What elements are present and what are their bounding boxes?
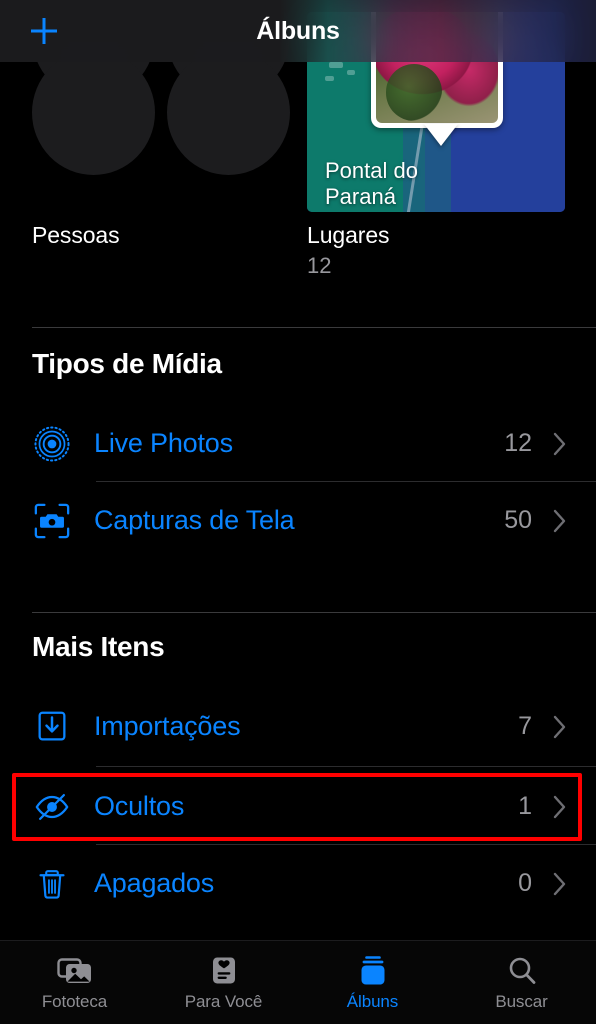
section-heading-media-types: Tipos de Mídia [32,348,222,379]
map-location-label: Pontal do Paraná [325,158,418,209]
chevron-right-icon [552,508,568,534]
map-speck [329,62,343,68]
list-item-ocultos[interactable]: Ocultos 1 [0,768,596,845]
list-item-count: 7 [518,712,532,740]
section-heading-more-items: Mais Itens [32,631,165,662]
tab-albuns[interactable]: Álbuns [298,941,447,1024]
chevron-right-icon [552,794,568,820]
list-item-count: 50 [504,506,532,534]
list-item-label: Apagados [94,868,215,898]
list-item-capturas-de-tela[interactable]: Capturas de Tela 50 [0,482,596,559]
album-title-lugares: Lugares [307,222,390,248]
page-title: Álbuns [256,17,340,45]
tab-bar: Fototeca Para Você Álbuns Buscar [0,940,596,1024]
list-item-importacoes[interactable]: Importações 7 [0,688,596,765]
screenshot-icon [30,499,74,543]
chevron-right-icon [552,871,568,897]
album-grid: Pessoas Pontal do Paraná Lugares 12 [0,12,596,302]
plus-icon [27,14,61,48]
albums-icon [356,954,390,988]
chevron-right-icon [552,714,568,740]
add-album-button[interactable] [26,13,62,49]
albums-scroll-content[interactable]: Pessoas Pontal do Paraná Lugares 12 Tipo… [0,0,596,940]
album-count-lugares: 12 [307,253,332,278]
section-divider [32,612,596,613]
album-caption: Lugares 12 [307,220,565,282]
tab-label: Para Você [184,991,263,1011]
face-circle [167,50,290,175]
tab-buscar[interactable]: Buscar [447,941,596,1024]
photos-albums-screen: Pessoas Pontal do Paraná Lugares 12 Tipo… [0,0,596,1024]
photos-stack-icon [56,954,93,988]
trash-icon [30,862,74,906]
list-item-label: Ocultos [94,791,185,821]
list-item-count: 0 [518,869,532,897]
list-item-label: Capturas de Tela [94,505,295,535]
tab-label: Álbuns [346,991,399,1011]
album-tile-pessoas[interactable]: Pessoas [32,12,304,302]
album-caption: Pessoas [32,220,304,250]
tab-label: Fototeca [41,991,108,1011]
for-you-card-icon [208,954,240,988]
list-item-apagados[interactable]: Apagados 0 [0,845,596,922]
list-item-label: Live Photos [94,428,233,458]
map-speck [325,76,334,81]
search-icon [506,954,538,988]
tab-fototeca[interactable]: Fototeca [0,941,149,1024]
album-tile-lugares[interactable]: Pontal do Paraná Lugares 12 [307,12,565,302]
list-item-count: 1 [518,792,532,820]
eye-slash-icon [30,785,74,829]
section-divider [32,327,596,328]
tab-para-voce[interactable]: Para Você [149,941,298,1024]
list-item-label: Importações [94,711,241,741]
map-pin-tail [424,124,458,146]
list-item-count: 12 [504,429,532,457]
list-item-live-photos[interactable]: Live Photos 12 [0,405,596,482]
face-circle [32,50,155,175]
tab-label: Buscar [495,991,548,1011]
row-divider [96,766,596,767]
map-speck [347,70,355,75]
chevron-right-icon [552,431,568,457]
album-title-pessoas: Pessoas [32,222,120,248]
live-photos-icon [30,422,74,466]
import-tray-icon [30,705,74,749]
navigation-bar: Álbuns [0,0,596,62]
